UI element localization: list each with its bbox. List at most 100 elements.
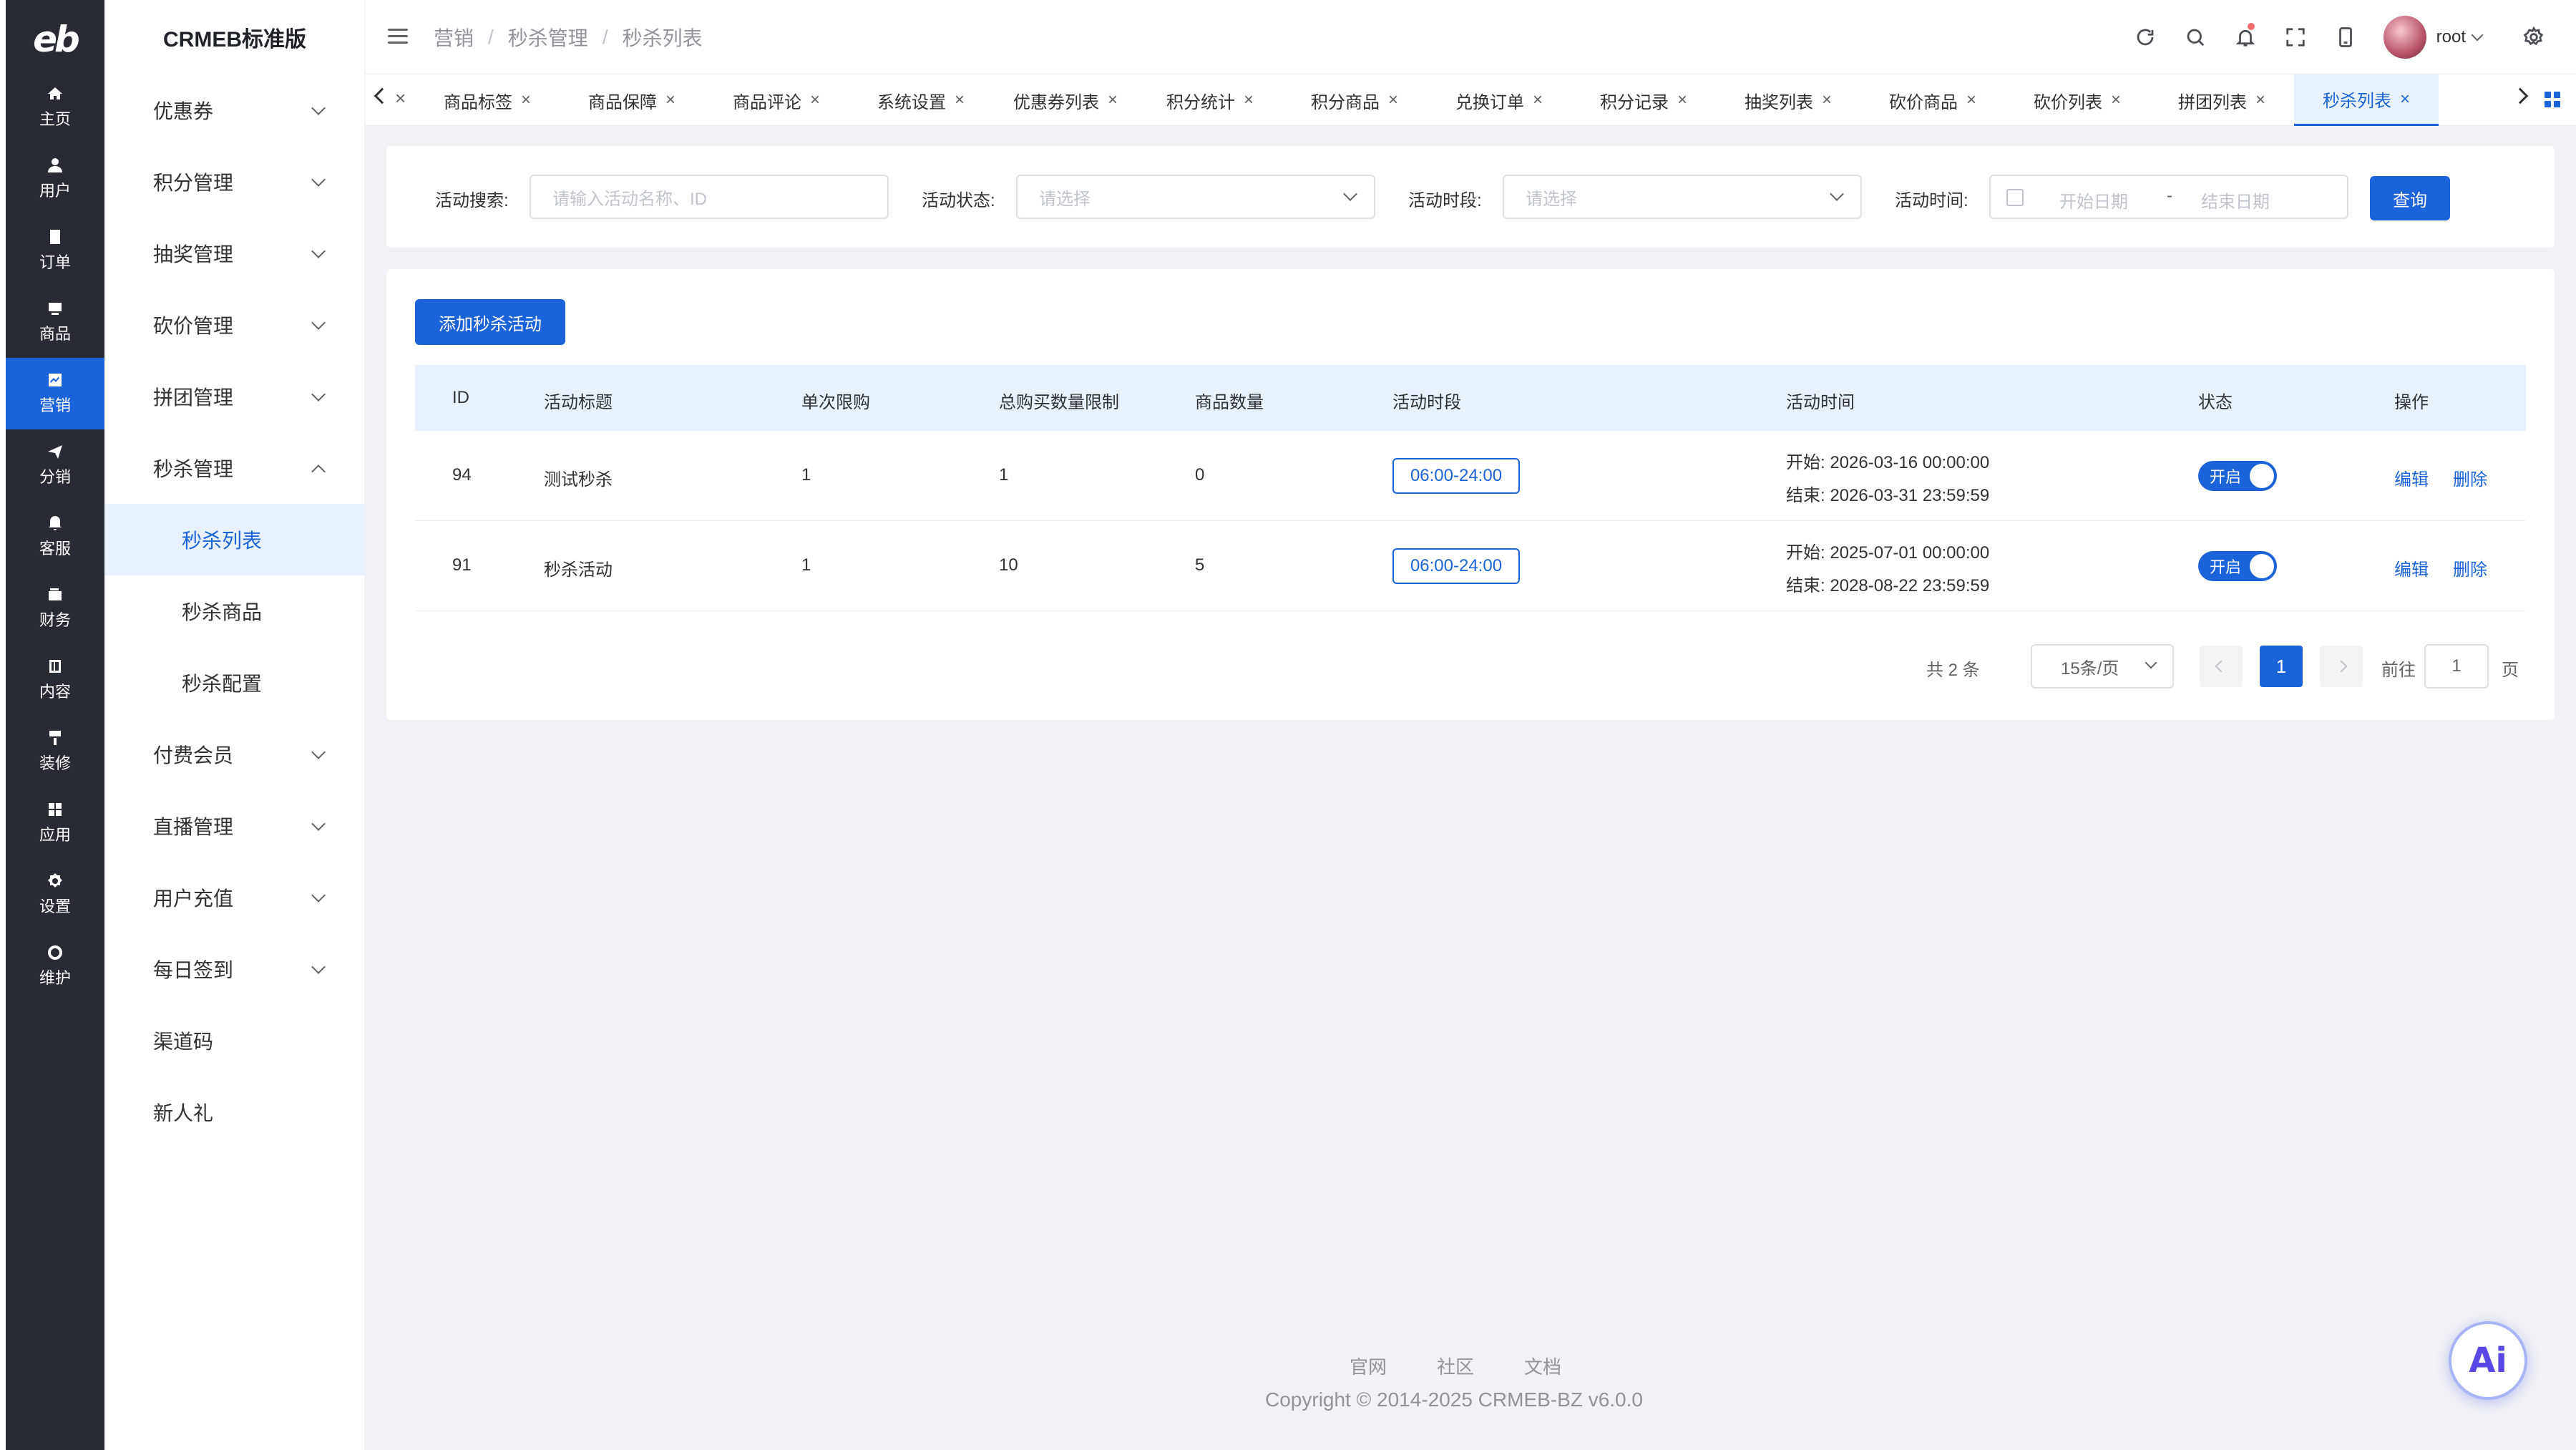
query-button[interactable]: 查询 [2370,176,2450,220]
end-date-input[interactable]: 结束日期 [2201,188,2270,213]
submenu-live[interactable]: 直播管理 [104,790,365,862]
goto-page-input[interactable]: 1 [2424,644,2489,688]
app-logo[interactable]: eb [6,14,104,64]
rail-item-content[interactable]: 内容 [6,644,104,716]
period-select[interactable]: 请选择 [1503,175,1862,219]
breadcrumb-item[interactable]: 秒杀管理 [508,23,588,52]
tab-coupon-list[interactable]: 优惠券列表 × [993,74,1138,126]
rail-item-user[interactable]: 用户 [6,143,104,215]
menu-toggle-icon[interactable] [388,29,408,44]
footer-link-docs[interactable]: 文档 [1524,1353,1561,1379]
status-toggle[interactable]: 开启 [2198,551,2277,581]
start-date-input[interactable]: 开始日期 [2059,188,2128,213]
submenu-newcomer-gift[interactable]: 新人礼 [104,1076,365,1148]
breadcrumb-item[interactable]: 营销 [434,23,474,52]
tab-lottery-list[interactable]: 抽奖列表 × [1716,74,1860,126]
submenu-recharge[interactable]: 用户充值 [104,862,365,933]
rail-item-order[interactable]: 订单 [6,215,104,286]
column-header: 单次限购 [801,393,870,412]
submenu-checkin[interactable]: 每日签到 [104,933,365,1005]
avatar[interactable] [2383,16,2426,59]
tab-points-stats[interactable]: 积分统计 × [1138,74,1282,126]
rail-item-home[interactable]: 主页 [6,72,104,143]
close-icon[interactable]: × [2400,89,2410,110]
close-icon[interactable]: × [521,90,531,110]
rail-item-distribution[interactable]: 分销 [6,429,104,501]
status-select[interactable]: 请选择 [1016,175,1375,219]
close-icon[interactable]: × [395,87,406,110]
submenu-points[interactable]: 积分管理 [104,146,365,218]
fullscreen-icon[interactable] [2270,0,2321,74]
rail-item-service[interactable]: 客服 [6,501,104,573]
tab-system-settings[interactable]: 系统设置 × [849,74,993,126]
table-card: 添加秒杀活动 ID 活动标题 单次限购 总购买数量限制 商品数量 活动时段 活动… [386,269,2555,720]
close-icon[interactable]: × [1533,90,1543,110]
tab-group-list[interactable]: 拼团列表 × [2150,74,2294,126]
page-size-select[interactable]: 15条/页 [2031,644,2174,688]
submenu-seckill-products[interactable]: 秒杀商品 [104,575,365,647]
tab-product-tags[interactable]: 商品标签 × [415,74,560,126]
tab-bargain-list[interactable]: 砍价列表 × [2005,74,2150,126]
footer-link-community[interactable]: 社区 [1437,1353,1474,1379]
delete-link[interactable]: 删除 [2453,555,2487,580]
rail-item-apps[interactable]: 应用 [6,787,104,859]
next-page-button[interactable] [2320,646,2363,687]
edit-link[interactable]: 编辑 [2394,465,2429,490]
mobile-preview-icon[interactable] [2321,0,2371,74]
search-input[interactable]: 请输入活动名称、ID [530,175,889,219]
edit-link[interactable]: 编辑 [2394,555,2429,580]
close-icon[interactable]: × [1966,90,1976,110]
footer-link-website[interactable]: 官网 [1350,1353,1387,1379]
tabs-menu-icon[interactable] [2545,92,2560,107]
rail-item-label: 营销 [39,396,71,414]
close-icon[interactable]: × [2255,90,2265,110]
submenu-coupon[interactable]: 优惠券 [104,74,365,146]
search-icon[interactable] [2170,0,2220,74]
gear-icon[interactable] [2509,0,2559,74]
close-icon[interactable]: × [955,90,965,110]
user-name[interactable]: root [2436,27,2466,47]
tab-seckill-list[interactable]: 秒杀列表 × [2294,74,2439,126]
tab-points-products[interactable]: 积分商品 × [1282,74,1427,126]
rail-item-finance[interactable]: 财务 [6,573,104,644]
ai-assistant-button[interactable]: Ai [2449,1321,2527,1400]
submenu-seckill-config[interactable]: 秒杀配置 [104,647,365,719]
rail-item-maintenance[interactable]: 维护 [6,930,104,1002]
submenu-group-buy[interactable]: 拼团管理 [104,361,365,432]
submenu-bargain[interactable]: 砍价管理 [104,289,365,361]
submenu-lottery[interactable]: 抽奖管理 [104,218,365,289]
chevron-down-icon[interactable] [2471,29,2484,42]
submenu-paid-member[interactable]: 付费会员 [104,719,365,790]
prev-page-button[interactable] [2200,646,2243,687]
date-range-picker[interactable]: 开始日期 - 结束日期 [1989,175,2348,219]
submenu-seckill[interactable]: 秒杀管理 [104,432,365,504]
close-icon[interactable]: × [1388,90,1398,110]
rail-item-decoration[interactable]: 装修 [6,716,104,787]
refresh-icon[interactable] [2120,0,2170,74]
tabs-scroll-right-icon[interactable] [2512,87,2529,104]
close-icon[interactable]: × [810,90,820,110]
close-icon[interactable]: × [2111,90,2121,110]
close-icon[interactable]: × [665,90,675,110]
submenu-channel-code[interactable]: 渠道码 [104,1005,365,1076]
submenu-seckill-list[interactable]: 秒杀列表 [104,504,365,575]
tab-product-reviews[interactable]: 商品评论 × [704,74,849,126]
add-seckill-button[interactable]: 添加秒杀活动 [415,299,565,345]
tab-bargain-products[interactable]: 砍价商品 × [1860,74,2005,126]
close-icon[interactable]: × [1244,90,1254,110]
rail-item-product[interactable]: 商品 [6,286,104,358]
close-icon[interactable]: × [1677,90,1687,110]
tab-product-guarantee[interactable]: 商品保障 × [560,74,704,126]
page-number-current[interactable]: 1 [2260,646,2303,687]
close-icon[interactable]: × [1108,90,1118,110]
tabs-scroll-left-icon[interactable] [374,87,391,104]
delete-link[interactable]: 删除 [2453,465,2487,490]
rail-item-marketing[interactable]: 营销 [6,358,104,429]
status-toggle[interactable]: 开启 [2198,461,2277,491]
select-placeholder: 请选择 [1526,189,1577,209]
rail-item-settings[interactable]: 设置 [6,859,104,930]
close-icon[interactable]: × [1822,90,1832,110]
tab-exchange-orders[interactable]: 兑换订单 × [1427,74,1571,126]
bell-icon[interactable] [2220,0,2270,74]
tab-points-records[interactable]: 积分记录 × [1571,74,1716,126]
